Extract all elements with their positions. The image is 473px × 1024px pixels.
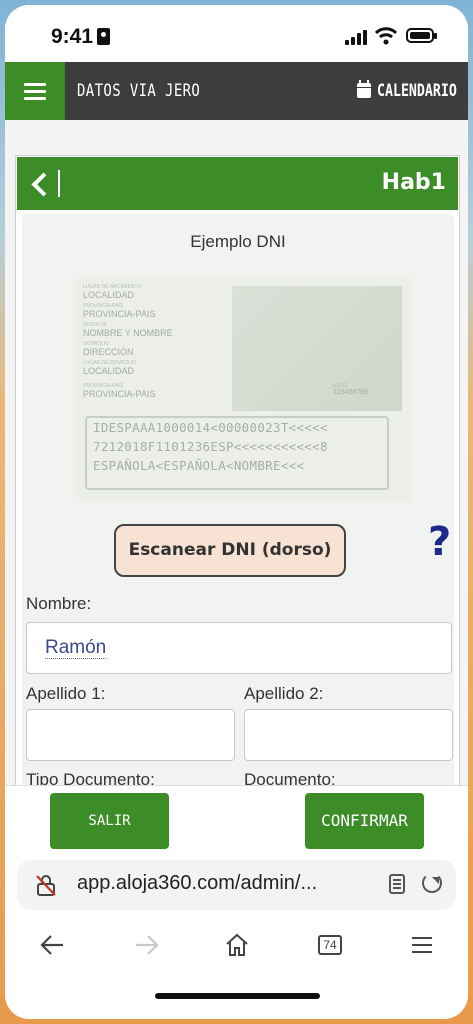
reload-icon[interactable] bbox=[422, 873, 442, 893]
home-indicator[interactable] bbox=[155, 993, 320, 999]
dni-field: DOMICILIO DIRECCIÓN bbox=[83, 341, 134, 357]
reader-mode-icon[interactable] bbox=[389, 874, 405, 894]
status-bar: 9:41 bbox=[5, 5, 468, 65]
dni-mrz-zone: IDESPAAA1000014<00000023T<<<<< 7212018F1… bbox=[85, 416, 389, 490]
back-icon[interactable] bbox=[30, 920, 74, 970]
tipo-documento-label: Tipo Documento: bbox=[26, 770, 155, 785]
nombre-label: Nombre: bbox=[26, 594, 92, 613]
action-bar: SALIR CONFIRMAR bbox=[5, 785, 468, 854]
dni-field: HIJO/A DE NOMBRE Y NOMBRE bbox=[83, 322, 173, 338]
exit-button[interactable]: SALIR bbox=[50, 793, 169, 849]
app-bar-title: DATOS VIA JERO bbox=[77, 81, 201, 101]
forward-icon[interactable] bbox=[125, 920, 169, 970]
browser-address-bar[interactable]: app.aloja360.com/admin/... bbox=[17, 860, 456, 910]
app-bar: DATOS VIA JERO CALENDARIO bbox=[5, 62, 468, 120]
battery-icon bbox=[406, 28, 437, 43]
scan-dni-button[interactable]: Escanear DNI (dorso) bbox=[114, 524, 346, 577]
dni-field: PROVINCIA-PAÍS PROVINCIA-PAIS bbox=[83, 303, 156, 319]
card-header: Hab1 bbox=[17, 157, 458, 210]
dni-field: LUGAR DE NACIMIENTO LOCALIDAD bbox=[83, 284, 142, 300]
sim-card-icon bbox=[97, 28, 110, 45]
nombre-input[interactable]: Ramón bbox=[26, 622, 452, 674]
home-icon[interactable] bbox=[215, 920, 259, 970]
cellular-signal-icon bbox=[345, 29, 367, 45]
wifi-icon bbox=[375, 27, 397, 45]
help-question-icon[interactable]: ? bbox=[428, 519, 451, 565]
mrz-line: IDESPAAA1000014<00000023T<<<<< bbox=[93, 420, 328, 435]
dni-number: IDESP 123456789 bbox=[333, 383, 369, 396]
nombre-value: Ramón bbox=[45, 637, 107, 659]
browser-toolbar: 74 bbox=[5, 920, 468, 980]
dni-example-image: LUGAR DE NACIMIENTO LOCALIDAD PROVINCIA-P… bbox=[77, 276, 412, 501]
insecure-lock-icon[interactable] bbox=[35, 874, 57, 896]
dni-field: LUGAR DE DOMICILIO LOCALIDAD bbox=[83, 360, 137, 376]
tabs-button[interactable]: 74 bbox=[308, 920, 352, 970]
apellido2-label: Apellido 2: bbox=[244, 684, 324, 703]
confirm-button[interactable]: CONFIRMAR bbox=[305, 793, 424, 849]
calendar-icon[interactable] bbox=[357, 80, 371, 98]
dni-background-panel bbox=[232, 286, 402, 411]
apellido1-input[interactable] bbox=[26, 709, 235, 761]
main-content[interactable]: Hab1 Ejemplo DNI LUGAR DE NACIMIENTO LOCA… bbox=[5, 120, 468, 785]
guest-card: Hab1 Ejemplo DNI LUGAR DE NACIMIENTO LOCA… bbox=[15, 155, 460, 785]
apellido2-input[interactable] bbox=[244, 709, 453, 761]
form-panel: Ejemplo DNI LUGAR DE NACIMIENTO LOCALIDAD… bbox=[22, 214, 454, 785]
header-divider bbox=[58, 170, 60, 197]
hamburger-menu-button[interactable] bbox=[5, 62, 65, 120]
calendar-link[interactable]: CALENDARIO bbox=[377, 81, 457, 101]
dni-example-title: Ejemplo DNI bbox=[190, 232, 286, 251]
mrz-line: ESPAÑOLA<ESPAÑOLA<NOMBRE<<< bbox=[93, 458, 305, 473]
room-label: Hab1 bbox=[381, 170, 446, 195]
mrz-line: 7212018F1101236ESP<<<<<<<<<<<8 bbox=[93, 439, 328, 454]
status-time: 9:41 bbox=[51, 25, 94, 48]
apellido1-label: Apellido 1: bbox=[26, 684, 106, 703]
documento-label: Documento: bbox=[244, 770, 336, 785]
back-arrow-button[interactable] bbox=[29, 169, 59, 199]
browser-menu-icon[interactable] bbox=[400, 920, 444, 970]
url-text[interactable]: app.aloja360.com/admin/... bbox=[77, 872, 317, 895]
dni-field: PROVINCIA-PAÍS PROVINCIA-PAIS bbox=[83, 383, 156, 399]
phone-screen: 9:41 DATOS VIA JERO CALENDARIO Hab1 Ejem… bbox=[5, 5, 468, 1019]
tab-count: 74 bbox=[318, 935, 342, 955]
hamburger-icon bbox=[24, 83, 46, 86]
